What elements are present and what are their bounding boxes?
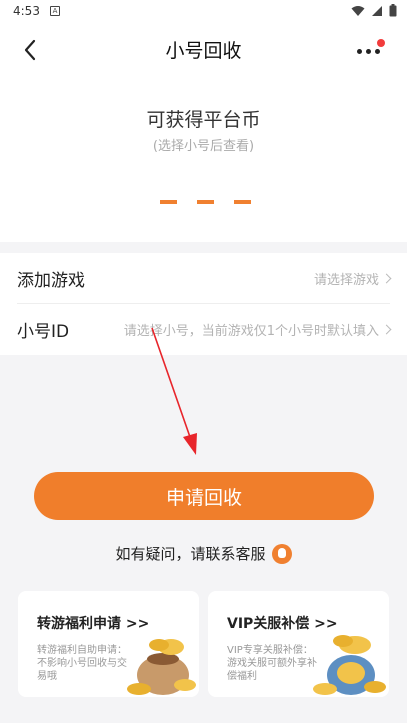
vip-compensation-card[interactable]: VIP关服补偿 >> VIP专享关服补偿：游戏关服可额外享补偿福利: [208, 591, 389, 697]
gold-pouch-icon: [127, 639, 196, 695]
account-id-placeholder: 请选择小号，当前游戏仅1个小号时默认填入: [123, 324, 379, 339]
reward-value-placeholder: [160, 200, 251, 204]
qq-icon: [271, 543, 292, 564]
card-description: VIP专享关服补偿：游戏关服可额外享补偿福利: [227, 645, 317, 682]
reward-title: 可获得平台币: [146, 109, 261, 131]
transfer-benefit-card[interactable]: 转游福利申请 >> 转游福利自助申请：不影响小号回收与交易哦: [18, 591, 199, 697]
more-button[interactable]: [355, 36, 387, 64]
signal-icon: [372, 5, 382, 16]
account-id-label: 小号ID: [17, 322, 70, 342]
contact-text: 如有疑问，请联系客服: [115, 545, 266, 563]
treasure-bag-icon: [313, 635, 386, 695]
promo-cards: 转游福利申请 >> 转游福利自助申请：不影响小号回收与交易哦 VIP关服补偿 >…: [18, 591, 389, 697]
form-card: 添加游戏 请选择游戏 小号ID 请选择小号，当前游戏仅1个小号时默认填入: [0, 253, 407, 355]
add-game-label: 添加游戏: [17, 270, 85, 291]
reward-section: 可获得平台币 (选择小号后查看): [0, 74, 407, 242]
app-notification-icon: A: [50, 6, 60, 16]
chevron-right-icon: [381, 273, 392, 283]
apply-recycle-button[interactable]: 申请回收: [34, 472, 374, 520]
header: 小号回收: [0, 24, 407, 74]
add-game-placeholder: 请选择游戏: [313, 272, 379, 288]
chevron-right-icon: [381, 324, 392, 335]
contact-service-link[interactable]: 如有疑问，请联系客服: [0, 543, 407, 564]
battery-icon: [389, 4, 397, 17]
reward-subtitle: (选择小号后查看): [152, 139, 255, 154]
status-time: 4:53: [13, 4, 40, 18]
notification-dot: [377, 39, 385, 47]
card-description: 转游福利自助申请：不影响小号回收与交易哦: [37, 645, 127, 682]
wifi-icon: [351, 5, 365, 16]
account-id-row[interactable]: 小号ID 请选择小号，当前游戏仅1个小号时默认填入: [17, 304, 392, 355]
page-title: 小号回收: [165, 40, 242, 62]
add-game-row[interactable]: 添加游戏 请选择游戏: [17, 253, 392, 304]
status-bar: 4:53 A: [0, 0, 407, 24]
status-icons: [351, 4, 397, 17]
more-dots-icon: [357, 49, 380, 54]
